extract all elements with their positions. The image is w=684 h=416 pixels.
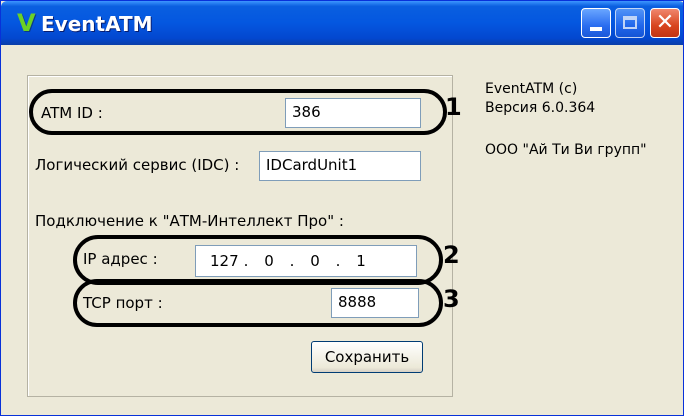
close-button[interactable]: ✕ xyxy=(650,8,680,38)
window-title: EventATM xyxy=(41,12,153,36)
callout-number-2: 2 xyxy=(443,241,460,269)
maximize-button[interactable] xyxy=(615,8,645,38)
callout-oval-1 xyxy=(29,89,447,135)
title-bar[interactable]: V EventATM ✕ xyxy=(1,1,683,45)
company-name: ООО "Ай Ти Ви групп" xyxy=(485,142,647,158)
app-icon: V xyxy=(17,9,36,37)
minimize-button[interactable] xyxy=(581,8,611,38)
callout-oval-3 xyxy=(73,279,443,327)
event-atm-window: V EventATM ✕ ATM ID : 386 1 Логический с… xyxy=(0,0,684,416)
connection-heading: Подключение к "АТМ-Интеллект Про" : xyxy=(35,212,344,230)
version-text: Версия 6.0.364 xyxy=(485,100,596,116)
product-name: EventATM (c) xyxy=(485,81,578,97)
maximize-icon xyxy=(623,16,637,29)
close-icon: ✕ xyxy=(655,10,675,35)
callout-number-1: 1 xyxy=(445,93,462,121)
minimize-icon xyxy=(590,27,602,31)
callout-number-3: 3 xyxy=(443,285,460,313)
logical-service-input[interactable]: IDCardUnit1 xyxy=(259,151,421,181)
save-button[interactable]: Сохранить xyxy=(311,341,423,373)
callout-oval-2 xyxy=(73,235,443,285)
logical-service-label: Логический сервис (IDC) : xyxy=(35,156,240,174)
